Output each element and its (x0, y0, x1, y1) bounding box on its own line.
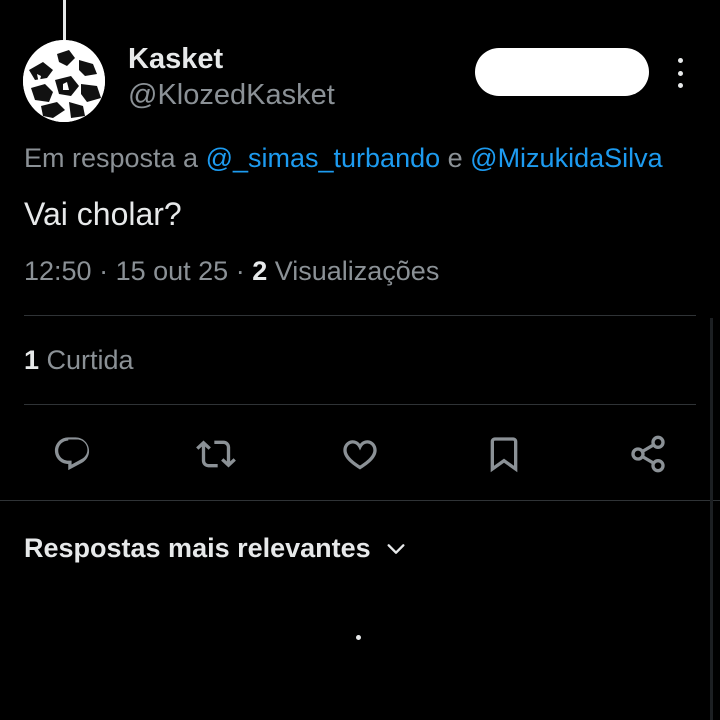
mention-link[interactable]: @MizukidaSilva (470, 143, 662, 173)
like-button[interactable] (338, 432, 382, 476)
chevron-down-icon (385, 538, 407, 560)
replies-sort-label: Respostas mais relevantes (24, 533, 371, 563)
likes-summary[interactable]: 1 Curtida (24, 345, 134, 376)
retweet-button[interactable] (194, 432, 238, 476)
loading-indicator (356, 635, 361, 640)
tweet-text: Vai cholar? (24, 196, 182, 232)
views-count: 2 (252, 256, 268, 286)
divider (24, 404, 696, 405)
meta-separator: · (228, 256, 253, 286)
more-dot (677, 58, 683, 63)
reply-icon (54, 437, 90, 471)
reply-context-connector: e (440, 143, 471, 173)
more-dot (677, 83, 683, 88)
mention-link[interactable]: @_simas_turbando (206, 143, 441, 173)
follow-button[interactable]: Seguir (475, 48, 649, 96)
more-dot (677, 70, 683, 76)
divider (24, 315, 696, 316)
views-label: Visualizações (267, 256, 440, 286)
share-icon (631, 435, 665, 473)
reply-button[interactable] (50, 432, 94, 476)
share-button[interactable] (626, 432, 670, 476)
retweet-icon (196, 440, 236, 468)
heart-icon (343, 440, 377, 470)
avatar[interactable] (23, 40, 105, 122)
thread-connector-line (63, 0, 66, 40)
replies-sort-dropdown[interactable]: Respostas mais relevantes (24, 533, 407, 564)
scrollbar[interactable] (710, 318, 713, 720)
tweet-date[interactable]: 15 out 25 (116, 256, 229, 286)
likes-label: Curtida (39, 345, 134, 375)
reply-context: Em resposta a @_simas_turbando e @Mizuki… (24, 143, 663, 174)
bookmark-button[interactable] (482, 432, 526, 476)
author-handle[interactable]: @KlozedKasket (128, 79, 335, 112)
tweet-meta: 12:50 · 15 out 25 · 2 Visualizações (24, 256, 439, 287)
bookmark-icon (490, 437, 518, 473)
author-display-name[interactable]: Kasket (128, 43, 223, 76)
tweet-time[interactable]: 12:50 (24, 256, 92, 286)
section-divider (0, 500, 720, 501)
reply-context-prefix: Em resposta a (24, 143, 206, 173)
meta-separator: · (91, 256, 116, 286)
avatar-image (23, 40, 105, 122)
likes-count: 1 (24, 345, 40, 375)
more-vertical-icon[interactable] (664, 56, 696, 90)
